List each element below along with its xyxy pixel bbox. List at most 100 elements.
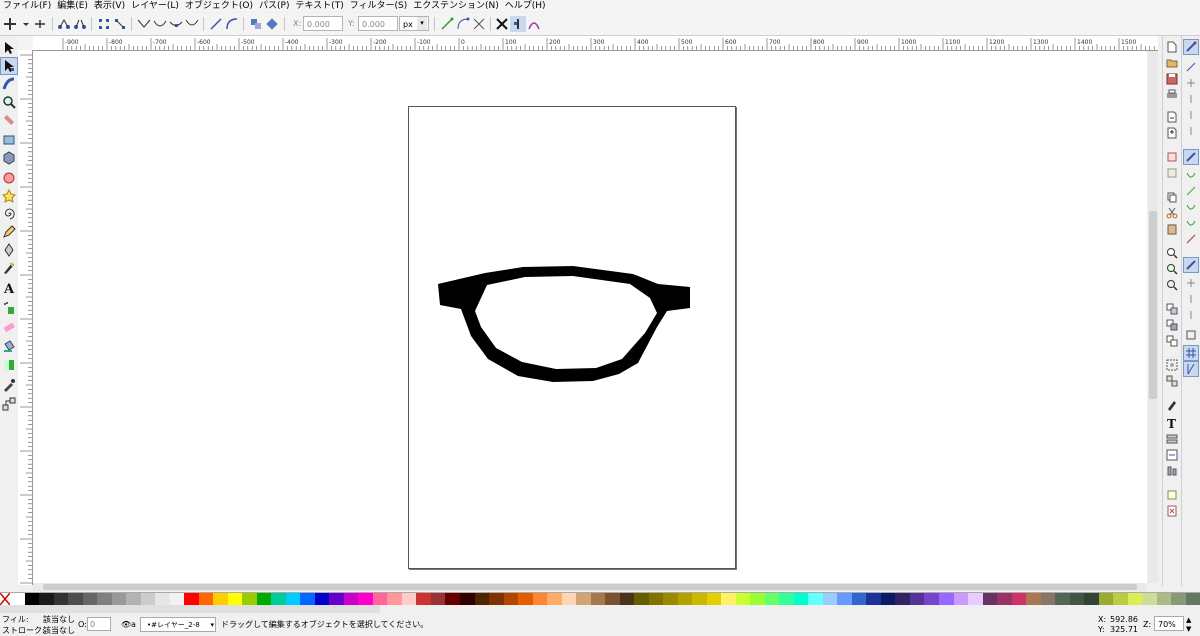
color-swatch[interactable]: [750, 593, 765, 605]
preferences-icon[interactable]: [1165, 488, 1179, 502]
color-swatch[interactable]: [518, 593, 533, 605]
break-path-icon[interactable]: [72, 16, 88, 32]
snap-rotation-center-icon[interactable]: [1184, 292, 1198, 306]
color-swatch[interactable]: [372, 593, 388, 605]
clone-icon[interactable]: [1165, 318, 1179, 332]
glasses-drawing[interactable]: [33, 51, 1147, 583]
import-icon[interactable]: [1165, 110, 1179, 124]
menu-layer[interactable]: レイヤー(L): [128, 0, 182, 12]
color-swatch[interactable]: [605, 593, 620, 605]
horizontal-scroll-thumb[interactable]: [43, 584, 1137, 590]
menu-text[interactable]: テキスト(T): [292, 0, 346, 12]
color-swatch[interactable]: [68, 593, 83, 605]
no-paint-swatch[interactable]: [0, 593, 10, 605]
node-smooth-icon[interactable]: [152, 16, 168, 32]
snap-cusp-nodes-icon[interactable]: [1184, 200, 1198, 214]
color-swatch[interactable]: [111, 593, 127, 605]
paste-icon[interactable]: [1165, 222, 1179, 236]
measure-tool[interactable]: [1, 112, 17, 128]
palette-scrollbar[interactable]: [0, 605, 380, 613]
stroke-to-path-icon[interactable]: [264, 16, 280, 32]
pen-tool[interactable]: [1, 242, 17, 258]
xml-editor-icon[interactable]: [1165, 448, 1179, 462]
color-swatch[interactable]: [140, 593, 156, 605]
color-swatch[interactable]: [329, 593, 344, 605]
zoom-page-icon[interactable]: [1165, 278, 1179, 292]
color-swatch[interactable]: [1098, 593, 1114, 605]
color-swatch[interactable]: [1040, 593, 1056, 605]
duplicate-icon[interactable]: [1165, 302, 1179, 316]
color-swatch[interactable]: [1084, 593, 1099, 605]
color-swatch[interactable]: [126, 593, 141, 605]
menu-filters[interactable]: フィルター(S): [347, 0, 411, 12]
color-swatch[interactable]: [532, 593, 548, 605]
ellipse-tool[interactable]: [1, 170, 17, 186]
color-swatch[interactable]: [1171, 593, 1186, 605]
color-swatch[interactable]: [1142, 593, 1157, 605]
bucket-tool[interactable]: [1, 338, 17, 354]
color-swatch[interactable]: [184, 593, 199, 605]
color-swatch[interactable]: [1055, 593, 1070, 605]
spiral-tool[interactable]: [1, 206, 17, 222]
color-swatch[interactable]: [880, 593, 896, 605]
menu-extensions[interactable]: エクステンション(N): [410, 0, 502, 12]
zoom-input[interactable]: 70%: [1154, 616, 1184, 631]
box3d-tool[interactable]: [1, 150, 17, 166]
color-palette[interactable]: [0, 592, 1200, 605]
color-swatch[interactable]: [1069, 593, 1085, 605]
color-swatch[interactable]: [155, 593, 170, 605]
vertical-scroll-thumb[interactable]: [1149, 211, 1157, 399]
color-swatch[interactable]: [561, 593, 577, 605]
color-swatch[interactable]: [213, 593, 228, 605]
color-swatch[interactable]: [10, 593, 25, 605]
unlink-clone-icon[interactable]: [1165, 334, 1179, 348]
insert-node-icon[interactable]: [2, 16, 18, 32]
color-swatch[interactable]: [387, 593, 402, 605]
text-tool[interactable]: A: [1, 280, 17, 296]
y-coordinate-input[interactable]: 0.000: [358, 16, 398, 31]
color-swatch[interactable]: [445, 593, 460, 605]
export-icon[interactable]: [1165, 126, 1179, 140]
color-swatch[interactable]: [1156, 593, 1172, 605]
undo-icon[interactable]: [1165, 150, 1179, 164]
layer-select[interactable]: •#レイヤー_2-8 ▾: [140, 617, 216, 632]
snap-guides-icon[interactable]: [1183, 361, 1199, 377]
unit-select[interactable]: px ▾: [399, 16, 429, 31]
color-swatch[interactable]: [808, 593, 823, 605]
color-swatch[interactable]: [706, 593, 722, 605]
color-swatch[interactable]: [39, 593, 54, 605]
node-auto-smooth-icon[interactable]: [184, 16, 200, 32]
color-swatch[interactable]: [576, 593, 591, 605]
snap-others-icon[interactable]: [1183, 257, 1199, 273]
color-swatch[interactable]: [721, 593, 736, 605]
color-swatch[interactable]: [300, 593, 315, 605]
color-swatch[interactable]: [735, 593, 751, 605]
connector-tool[interactable]: [1, 396, 17, 412]
color-swatch[interactable]: [459, 593, 475, 605]
redo-icon[interactable]: [1165, 166, 1179, 180]
color-swatch[interactable]: [677, 593, 693, 605]
color-swatch[interactable]: [793, 593, 809, 605]
cut-icon[interactable]: [1165, 206, 1179, 220]
color-swatch[interactable]: [851, 593, 867, 605]
snap-enable-icon[interactable]: [1183, 39, 1199, 55]
color-swatch[interactable]: [97, 593, 112, 605]
tweak-tool[interactable]: [1, 76, 17, 92]
color-swatch[interactable]: [314, 593, 330, 605]
print-icon[interactable]: [1165, 88, 1179, 102]
delete-node-icon[interactable]: [32, 16, 48, 32]
color-swatch[interactable]: [779, 593, 794, 605]
spray-tool[interactable]: [1, 300, 17, 316]
snap-object-center-icon[interactable]: [1184, 276, 1198, 290]
color-swatch[interactable]: [634, 593, 649, 605]
color-swatch[interactable]: [285, 593, 301, 605]
snap-nodes-icon[interactable]: [1183, 149, 1199, 165]
ungroup-icon[interactable]: [1165, 374, 1179, 388]
vertical-ruler[interactable]: [18, 50, 33, 585]
color-swatch[interactable]: [242, 593, 257, 605]
zoom-selection-icon[interactable]: [1165, 246, 1179, 260]
delete-segment-icon[interactable]: [112, 16, 128, 32]
color-swatch[interactable]: [982, 593, 998, 605]
color-swatch[interactable]: [1026, 593, 1041, 605]
group-icon[interactable]: [1165, 358, 1179, 372]
